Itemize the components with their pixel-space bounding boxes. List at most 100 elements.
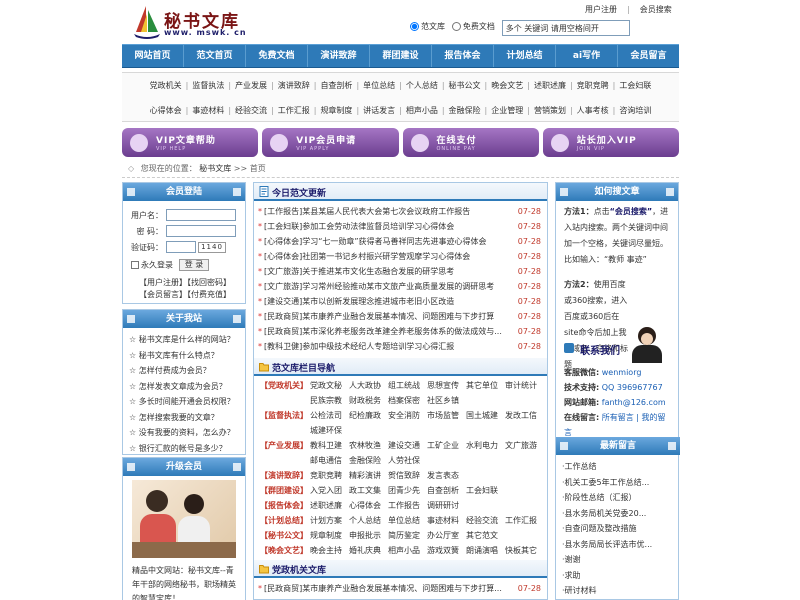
nav-member-messages[interactable]: 会员留言 (618, 45, 679, 67)
category-name[interactable]: 【晚会文艺】 (260, 543, 310, 558)
about-item[interactable]: ☆ 秘书文库是什么样的网站？ (129, 332, 239, 348)
category-link[interactable]: 发言表态 (427, 468, 465, 483)
category-link[interactable]: 个人总结 (349, 513, 387, 528)
category-link[interactable]: 申报批示 (349, 528, 387, 543)
category-link[interactable]: 相声小品 (388, 543, 426, 558)
category-link[interactable]: 调研研讨 (427, 498, 465, 513)
banner-vip-help[interactable]: VIP文章帮助 VIP HELP (122, 128, 259, 157)
captcha-image[interactable]: 1140 (198, 241, 226, 253)
contact-value[interactable]: QQ 396967767 (602, 383, 663, 392)
sub-nav-link[interactable]: 相声小品 (404, 106, 440, 115)
category-link[interactable]: 计划方案 (310, 513, 348, 528)
nav-home[interactable]: 网站首页 (122, 45, 184, 67)
category-name[interactable]: 【秘书公文】 (260, 528, 310, 543)
news-title[interactable]: [工会妇联]参加工会劳动法律监督员培训学习心得体会 (264, 219, 522, 234)
category-link[interactable]: 晚会主持 (310, 543, 348, 558)
forgot-password-link[interactable]: 【找回密码】 (187, 278, 231, 287)
nav-group-building[interactable]: 群团建设 (370, 45, 432, 67)
category-link[interactable]: 市场监管 (427, 408, 465, 423)
banner-vip-apply[interactable]: VIP会员申请 VIP APPLY (262, 128, 399, 157)
category-name[interactable]: 【演讲致辞】 (260, 468, 310, 483)
category-link[interactable]: 经验交流 (466, 513, 504, 528)
sub-nav-link[interactable]: 个人总结 (404, 81, 440, 90)
breadcrumb-library[interactable]: 秘书文库 (199, 164, 231, 173)
category-link[interactable]: 单位总结 (388, 513, 426, 528)
category-link[interactable]: 其它单位 (466, 378, 504, 393)
message-item[interactable]: ·阶段性总结（汇报） (562, 490, 674, 506)
category-name[interactable]: 【计划总结】 (260, 513, 310, 528)
banner-online-pay[interactable]: 在线支付 ONLINE PAY (402, 128, 539, 157)
category-name[interactable]: 【报告体会】 (260, 498, 310, 513)
about-item[interactable]: ☆ 没有我要的资料，怎么办？ (129, 425, 239, 441)
category-link[interactable]: 入党入团 (310, 483, 348, 498)
radio-free-docs-label[interactable]: 免费文档 (451, 21, 495, 32)
sub-nav-link[interactable]: 讲话发言 (361, 106, 397, 115)
message-item[interactable]: ·求助 (562, 568, 674, 584)
news-title[interactable]: [民政商贸]某市康养产业融合发展基本情况、问题困难与下步打算... (264, 581, 522, 596)
radio-fanwenku-label[interactable]: 范文库 (410, 21, 445, 32)
news-title[interactable]: [民政商贸]某市深化养老服务改革建全养老服务体系的做法成效与... (264, 324, 522, 339)
news-row[interactable]: * [教科卫健]参加中级技术经纪人专题培训学习心得汇报 07-28 (258, 339, 543, 354)
radio-free-docs[interactable] (451, 21, 461, 31)
category-link[interactable]: 人大政协 (349, 378, 387, 393)
about-item[interactable]: ☆ 多长时间能开通会员权限？ (129, 394, 239, 410)
sub-nav-link[interactable]: 工作汇报 (276, 106, 312, 115)
news-title[interactable]: [文广旅游]关于推进某市文化生态融合发展的研学思考 (264, 264, 522, 279)
category-link[interactable]: 述职述廉 (310, 498, 348, 513)
category-link[interactable]: 工会妇联 (466, 483, 504, 498)
category-link[interactable]: 思想宣传 (427, 378, 465, 393)
category-link[interactable]: 城建环保 (310, 423, 348, 438)
news-row[interactable]: * [建设交通]某市以创新发展理念推进城市老旧小区改造 07-28 (258, 294, 543, 309)
category-link[interactable]: 社区乡镇 (427, 393, 465, 408)
sub-nav-link[interactable]: 咨询培训 (617, 106, 653, 115)
sub-nav-link[interactable]: 人事考核 (575, 106, 611, 115)
category-link[interactable]: 团青少先 (388, 483, 426, 498)
member-search-link[interactable]: 会员搜索 (640, 5, 672, 14)
category-link[interactable]: 简历鉴定 (388, 528, 426, 543)
register-link[interactable]: 用户注册 (585, 5, 617, 14)
category-link[interactable]: 人劳社保 (388, 453, 426, 468)
nav-reports[interactable]: 报告体会 (432, 45, 494, 67)
message-item[interactable]: ·工作总结 (562, 459, 674, 475)
nav-ai-writing[interactable]: ai写作 (556, 45, 618, 67)
category-link[interactable]: 建设交通 (388, 438, 426, 453)
category-link[interactable]: 朗诵演唱 (466, 543, 504, 558)
category-link[interactable]: 发改工信 (505, 408, 543, 423)
category-name[interactable]: 【产业发展】 (260, 438, 310, 468)
about-item[interactable]: ☆ 怎样付费成为会员？ (129, 363, 239, 379)
recharge-link[interactable]: 【付费充值】 (187, 290, 231, 299)
news-title[interactable]: [文广旅游]学习常州经验推动某市文旅产业高质量发展的调研思考 (264, 279, 522, 294)
message-item[interactable]: ·自查问题及整改措施 (562, 521, 674, 537)
category-link[interactable]: 党政文秘 (310, 378, 348, 393)
category-link[interactable]: 事迹材料 (427, 513, 465, 528)
nav-speeches[interactable]: 演讲致辞 (308, 45, 370, 67)
sub-nav-link[interactable]: 单位总结 (361, 81, 397, 90)
category-name[interactable]: 【党政机关】 (260, 378, 310, 408)
category-link[interactable]: 审计统计 (505, 378, 543, 393)
nav-free-docs[interactable]: 免费文档 (246, 45, 308, 67)
message-item[interactable]: ·县水务局局长评选市优... (562, 537, 674, 553)
sub-nav-link[interactable]: 晚会文艺 (489, 81, 525, 90)
nav-plans[interactable]: 计划总结 (494, 45, 556, 67)
category-link[interactable]: 心得体会 (349, 498, 387, 513)
category-link[interactable]: 国土城建 (466, 408, 504, 423)
category-link[interactable]: 规章制度 (310, 528, 348, 543)
login-button[interactable]: 登 录 (179, 259, 209, 271)
category-link[interactable]: 纪检廉政 (349, 408, 387, 423)
category-link[interactable]: 农林牧渔 (349, 438, 387, 453)
category-link[interactable]: 贺信致辞 (388, 468, 426, 483)
news-row[interactable]: * [工会妇联]参加工会劳动法律监督员培训学习心得体会 07-28 (258, 219, 543, 234)
sub-nav-link[interactable]: 自查剖析 (318, 81, 354, 90)
news-title[interactable]: [民政商贸]某市康养产业融合发展基本情况、问题困难与下步打算 (264, 309, 522, 324)
category-link[interactable]: 游戏双簧 (427, 543, 465, 558)
news-title[interactable]: [心得体会]学习“七一勋章”获得者马善祥同志先进事迹心得体会 (264, 234, 522, 249)
news-row[interactable]: * [心得体会]社团第一书记乡村振兴研学营观摩学习心得体会 07-28 (258, 249, 543, 264)
sub-nav-link[interactable]: 规章制度 (318, 106, 354, 115)
category-link[interactable]: 工作汇报 (505, 513, 543, 528)
category-link[interactable]: 财政税务 (349, 393, 387, 408)
sub-nav-link[interactable]: 营销策划 (532, 106, 568, 115)
sub-nav-link[interactable]: 事迹材料 (190, 106, 226, 115)
about-item[interactable]: ☆ 怎样搜索我要的文章？ (129, 410, 239, 426)
category-link[interactable]: 其它范文 (466, 528, 504, 543)
category-name[interactable]: 【群团建设】 (260, 483, 310, 498)
